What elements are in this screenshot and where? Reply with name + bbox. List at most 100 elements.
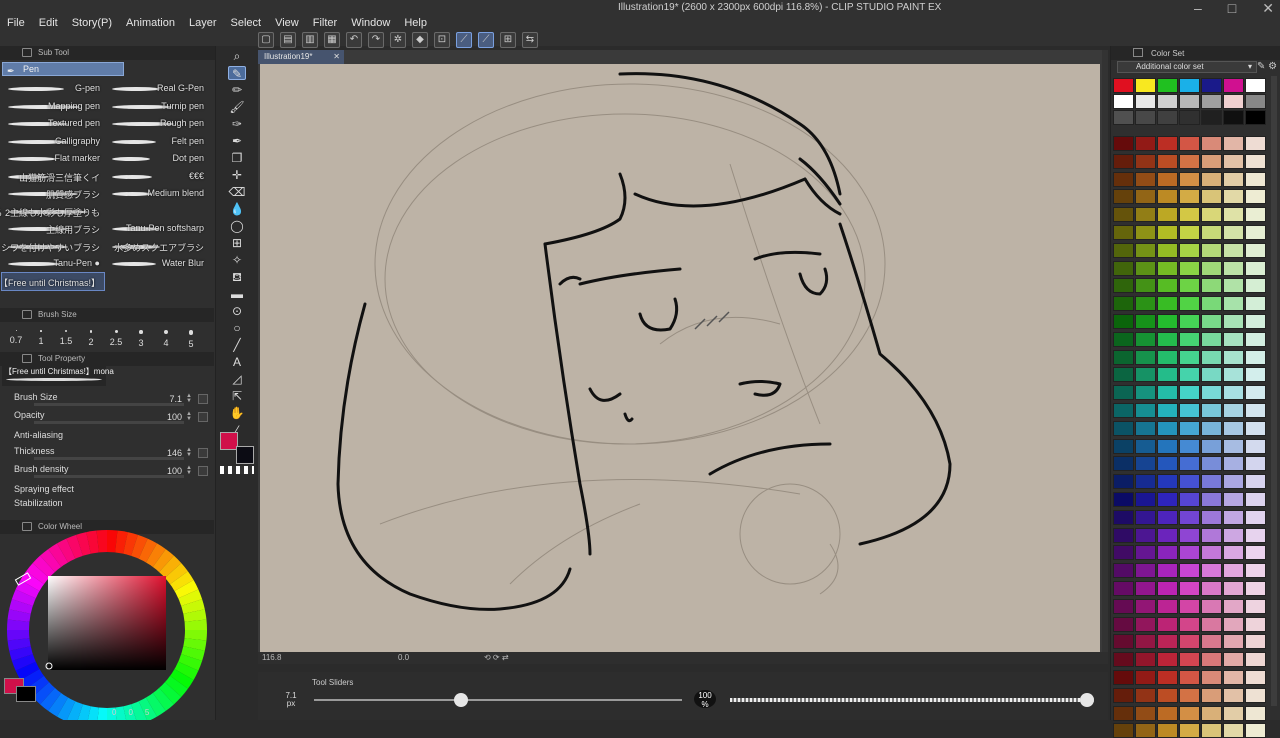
color-swatch[interactable] [1113,670,1134,685]
color-swatch[interactable] [1201,136,1222,151]
color-swatch[interactable] [1157,171,1178,187]
brush-size-preset[interactable]: 3 [129,324,153,348]
color-swatch[interactable] [1135,367,1156,383]
spinner-icon[interactable]: ▲ ▼ [186,447,192,458]
color-swatch[interactable] [1223,403,1244,418]
color-swatch[interactable] [1113,189,1134,205]
brush-item[interactable]: G-pen [2,80,104,97]
fill-icon[interactable]: ◆ [412,32,428,48]
open-icon[interactable]: ▤ [280,32,296,48]
brush-item[interactable]: シワを付けやすいブラシ [1,238,104,255]
color-swatch[interactable] [1223,367,1244,383]
color-swatch[interactable] [1179,242,1200,258]
color-swatch[interactable] [1179,652,1200,668]
color-swatch[interactable] [1135,474,1156,490]
color-swatch[interactable] [1179,189,1200,205]
color-swatch[interactable] [1201,225,1222,240]
color-swatch[interactable] [1157,385,1178,401]
color-swatch[interactable] [1201,634,1222,650]
color-swatch[interactable] [1179,634,1200,650]
color-swatch[interactable] [1113,563,1134,579]
color-swatch[interactable] [1245,385,1266,401]
color-swatch[interactable] [1223,456,1244,472]
color-swatch[interactable] [1179,474,1200,490]
color-swatch[interactable] [1245,652,1266,668]
color-swatch[interactable] [1179,723,1200,738]
color-swatch[interactable] [1179,670,1200,685]
color-swatch[interactable] [1113,349,1134,365]
color-swatch[interactable] [1157,563,1178,579]
brush-item[interactable]: Felt pen [106,133,208,150]
new-icon[interactable]: ▢ [258,32,274,48]
brush-item[interactable]: Turnip pen [106,98,208,115]
color-swatch[interactable] [1135,260,1156,276]
color-swatch[interactable] [1113,403,1134,418]
color-swatch[interactable] [1201,110,1222,125]
color-swatch[interactable] [1157,527,1178,543]
brush-item[interactable]: 水多めスクエアブラシ [106,238,208,255]
color-swatch[interactable] [1113,474,1134,490]
text-tool-icon[interactable]: A [228,355,246,369]
color-swatch[interactable] [1179,687,1200,703]
color-swatch[interactable] [1157,278,1178,294]
color-swatch[interactable] [1201,492,1222,507]
color-swatch[interactable] [1113,723,1134,738]
color-swatch[interactable] [1201,189,1222,205]
brush-item[interactable]: 山猫筋滑三信筆くイ [2,168,104,185]
color-swatch[interactable] [1135,242,1156,258]
color-swatch[interactable] [1179,78,1200,93]
color-swatch[interactable] [1179,260,1200,276]
color-swatch[interactable] [1245,136,1266,151]
menu-window[interactable]: Window [344,14,397,32]
save-icon[interactable]: ▥ [302,32,318,48]
color-swatch[interactable] [1135,314,1156,329]
menu-animation[interactable]: Animation [119,14,182,32]
color-swatch[interactable] [1113,385,1134,401]
pressure-settings-button[interactable] [198,466,208,476]
color-swatch[interactable] [1157,420,1178,436]
color-swatch[interactable] [1135,420,1156,436]
color-swatch[interactable] [1245,296,1266,312]
color-swatch[interactable] [1135,581,1156,596]
color-swatch[interactable] [1201,385,1222,401]
move-tool-icon[interactable]: ✛ [228,168,246,182]
color-swatch[interactable] [1157,616,1178,632]
property-slider[interactable] [34,457,184,460]
color-swatch[interactable] [1245,314,1266,329]
brush-size-preset[interactable]: 1.5 [54,324,78,346]
color-swatch[interactable] [1201,723,1222,738]
color-swatch[interactable] [1223,94,1244,109]
color-swatch[interactable] [1223,171,1244,187]
color-swatch[interactable] [1223,260,1244,276]
brush-size-preset[interactable]: 1 [29,324,53,346]
canvas-scrollbar-vertical[interactable] [1102,50,1108,654]
color-swatch[interactable] [1179,278,1200,294]
color-swatch[interactable] [1179,545,1200,561]
flip-icon[interactable]: ⇆ [522,32,538,48]
color-swatch[interactable] [1113,581,1134,596]
color-swatch[interactable] [1179,420,1200,436]
color-swatch[interactable] [1179,296,1200,312]
color-swatch[interactable] [1245,94,1266,109]
color-swatch[interactable] [1201,598,1222,614]
color-swatch[interactable] [1223,207,1244,223]
color-swatch[interactable] [1135,492,1156,507]
color-swatch[interactable] [1135,456,1156,472]
color-swatch[interactable] [1113,207,1134,223]
color-swatch[interactable] [1245,110,1266,125]
color-swatch[interactable] [1113,705,1134,721]
decoration-tool-icon[interactable]: ✒ [228,134,246,148]
color-swatch[interactable] [1179,207,1200,223]
color-swatch[interactable] [1201,260,1222,276]
color-swatch[interactable] [1201,367,1222,383]
size-slider-knob[interactable] [454,693,469,707]
color-swatch[interactable] [1223,242,1244,258]
color-swatch[interactable] [1135,349,1156,365]
color-swatch[interactable] [1179,171,1200,187]
close-button[interactable]: ✕ [1262,0,1274,17]
color-swatch[interactable] [1201,545,1222,561]
color-swatch[interactable] [1113,420,1134,436]
color-swatch[interactable] [1113,616,1134,632]
color-swatch[interactable] [1245,616,1266,632]
color-swatch[interactable] [1157,225,1178,240]
